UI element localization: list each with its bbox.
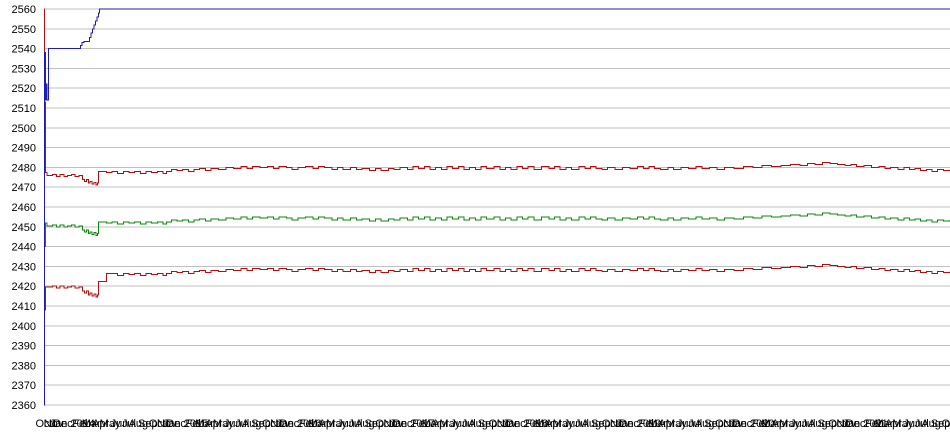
series-path-upper-red-band [43, 8, 950, 186]
y-axis-tick-label: 2460 [12, 202, 36, 214]
y-axis-tick-label: 2410 [12, 301, 36, 313]
y-axis-tick-label: 2510 [12, 103, 36, 115]
gridlines [44, 8, 950, 406]
y-axis-tick-label: 2500 [12, 123, 36, 135]
y-axis-tick-label: 2420 [12, 281, 36, 293]
y-axis-labels: 2360 2370 2380 2390 2400 2410 2420 2430 2440 2450… [12, 4, 36, 412]
y-axis-tick-label: 2490 [12, 143, 36, 155]
y-axis-tick-label: 2440 [12, 242, 36, 254]
price-history-chart: 2360 2370 2380 2390 2400 2410 2420 2430 2440 2450… [0, 0, 950, 435]
y-axis-tick-label: 2370 [12, 380, 36, 392]
chart-canvas: 2360 2370 2380 2390 2400 2410 2420 2430 2440 2450… [12, 4, 950, 430]
x-axis-labels: OctNovDecJan 2014FebMarAprMayJunJulAugSe… [35, 418, 950, 430]
series-path-lower-red-band [43, 166, 950, 311]
y-axis-tick-label: 2450 [12, 222, 36, 234]
y-axis-tick-label: 2540 [12, 44, 36, 56]
y-axis-tick-label: 2560 [12, 4, 36, 16]
y-axis-tick-label: 2400 [12, 321, 36, 333]
y-axis-tick-label: 2430 [12, 261, 36, 273]
y-axis-tick-label: 2390 [12, 341, 36, 353]
y-axis-tick-label: 2360 [12, 400, 36, 412]
y-axis-tick-label: 2470 [12, 182, 36, 194]
x-axis-tick-label: Oct [941, 418, 950, 430]
y-axis-tick-label: 2550 [12, 24, 36, 36]
y-axis-tick-label: 2380 [12, 360, 36, 372]
y-axis-tick-label: 2530 [12, 63, 36, 75]
y-axis-tick-label: 2480 [12, 162, 36, 174]
y-axis-tick-label: 2520 [12, 83, 36, 95]
